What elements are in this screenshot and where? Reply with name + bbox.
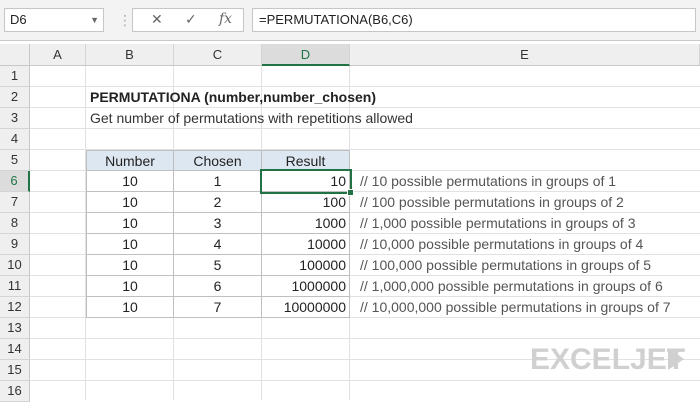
header-number[interactable]: Number — [86, 150, 174, 171]
cell-chosen[interactable]: 7 — [174, 297, 262, 318]
row-header-4[interactable]: 4 — [0, 129, 30, 150]
exceljet-logo: EXCELJET — [530, 343, 686, 376]
column-header-d[interactable]: D — [262, 44, 350, 66]
cell-number[interactable]: 10 — [86, 234, 174, 255]
column-header-c[interactable]: C — [174, 44, 262, 66]
logo-arrow-icon — [668, 348, 684, 370]
row-header-7[interactable]: 7 — [0, 192, 30, 213]
row-header-8[interactable]: 8 — [0, 213, 30, 234]
cell-result[interactable]: 10000 — [262, 234, 350, 255]
cell-number[interactable]: 10 — [86, 276, 174, 297]
comment-cell[interactable]: // 1,000 possible permutations in groups… — [360, 213, 636, 234]
formula-buttons: ✕ ✓ fx — [132, 8, 244, 32]
sheet-subtitle[interactable]: Get number of permutations with repetiti… — [90, 108, 413, 129]
active-cell-selection — [260, 169, 352, 194]
cell-result[interactable]: 100000 — [262, 255, 350, 276]
cancel-icon[interactable]: ✕ — [151, 11, 163, 28]
comment-cell[interactable]: // 10,000,000 possible permutations in g… — [360, 297, 671, 318]
gridline — [30, 338, 700, 339]
row-header-13[interactable]: 13 — [0, 318, 30, 339]
comment-cell[interactable]: // 100 possible permutations in groups o… — [360, 192, 624, 213]
cell-chosen[interactable]: 6 — [174, 276, 262, 297]
name-box[interactable]: D6 ▼ — [4, 8, 104, 32]
row-header-5[interactable]: 5 — [0, 150, 30, 171]
row-header-16[interactable]: 16 — [0, 381, 30, 402]
formula-bar: D6 ▼ ⋮ ✕ ✓ fx =PERMUTATIONA(B6,C6) — [0, 0, 700, 41]
formula-input[interactable]: =PERMUTATIONA(B6,C6) — [252, 8, 696, 32]
cell-chosen[interactable]: 3 — [174, 213, 262, 234]
select-all-corner[interactable] — [0, 44, 30, 66]
enter-icon[interactable]: ✓ — [185, 11, 197, 28]
cell-number[interactable]: 10 — [86, 297, 174, 318]
row-header-11[interactable]: 11 — [0, 276, 30, 297]
column-header-e[interactable]: E — [350, 44, 700, 66]
gridline — [30, 380, 700, 381]
cell-result[interactable]: 1000000 — [262, 276, 350, 297]
cell-chosen[interactable]: 2 — [174, 192, 262, 213]
cell-chosen[interactable]: 1 — [174, 171, 262, 192]
drag-handle-icon[interactable]: ⋮ — [118, 12, 132, 29]
row-header-9[interactable]: 9 — [0, 234, 30, 255]
comment-cell[interactable]: // 1,000,000 possible permutations in gr… — [360, 276, 663, 297]
cell-number[interactable]: 10 — [86, 255, 174, 276]
name-box-value: D6 — [10, 12, 27, 27]
row-header-1[interactable]: 1 — [0, 66, 30, 87]
cell-result[interactable]: 10000000 — [262, 297, 350, 318]
header-result[interactable]: Result — [262, 150, 350, 171]
fill-handle[interactable] — [347, 189, 354, 196]
chevron-down-icon[interactable]: ▼ — [90, 9, 99, 31]
cell-number[interactable]: 10 — [86, 171, 174, 192]
header-chosen[interactable]: Chosen — [174, 150, 262, 171]
row-header-3[interactable]: 3 — [0, 108, 30, 129]
cell-number[interactable]: 10 — [86, 213, 174, 234]
cell-result[interactable]: 1000 — [262, 213, 350, 234]
insert-function-icon[interactable]: fx — [219, 11, 232, 27]
comment-cell[interactable]: // 100,000 possible permutations in grou… — [360, 255, 651, 276]
row-header-6[interactable]: 6 — [0, 171, 30, 192]
cell-chosen[interactable]: 5 — [174, 255, 262, 276]
row-header-12[interactable]: 12 — [0, 297, 30, 318]
sheet-title[interactable]: PERMUTATIONA (number,number_chosen) — [90, 87, 376, 108]
comment-cell[interactable]: // 10 possible permutations in groups of… — [360, 171, 616, 192]
cell-chosen[interactable]: 4 — [174, 234, 262, 255]
row-header-15[interactable]: 15 — [0, 360, 30, 381]
cell-number[interactable]: 10 — [86, 192, 174, 213]
row-header-10[interactable]: 10 — [0, 255, 30, 276]
column-header-a[interactable]: A — [30, 44, 86, 66]
cell-result[interactable]: 100 — [262, 192, 350, 213]
row-header-2[interactable]: 2 — [0, 87, 30, 108]
row-header-14[interactable]: 14 — [0, 339, 30, 360]
comment-cell[interactable]: // 10,000 possible permutations in group… — [360, 234, 643, 255]
column-header-b[interactable]: B — [86, 44, 174, 66]
